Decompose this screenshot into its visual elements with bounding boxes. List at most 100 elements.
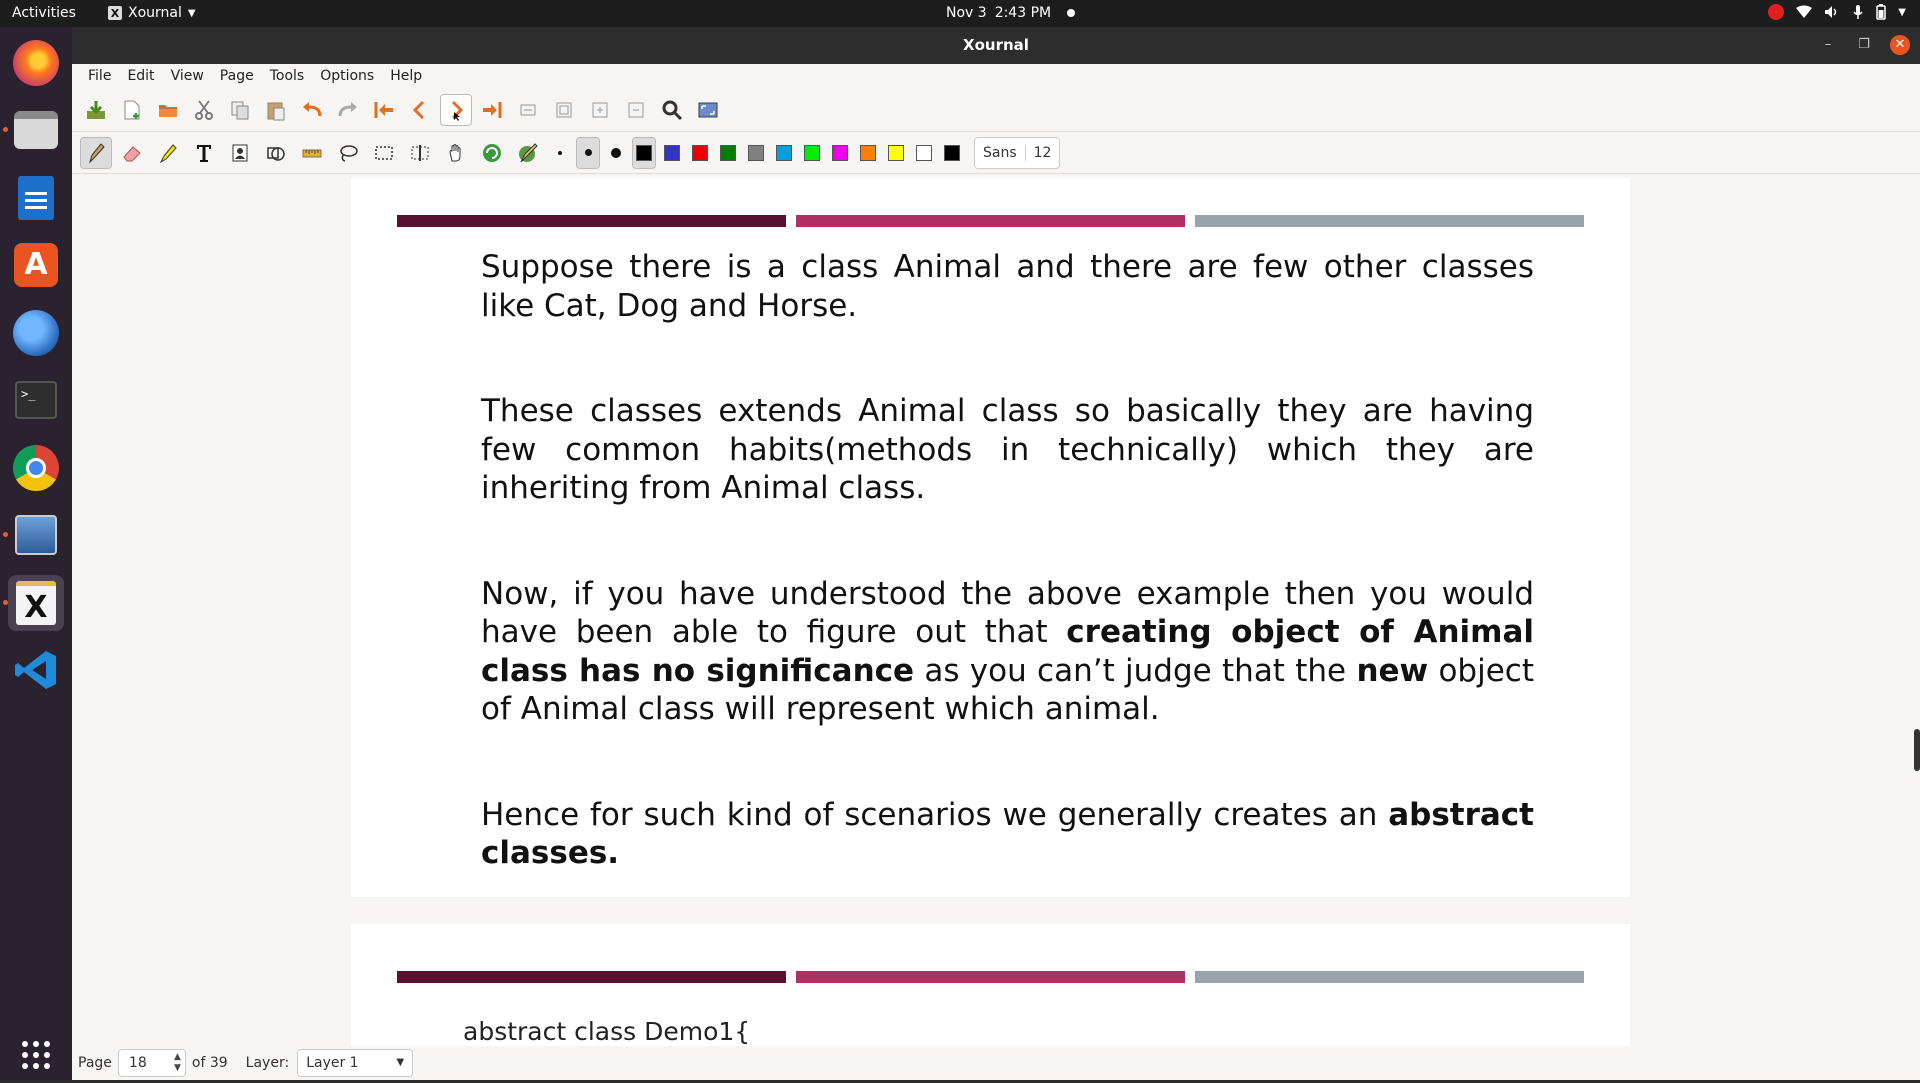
dock-xournal[interactable]: X xyxy=(3,575,64,631)
color-green-button[interactable] xyxy=(716,137,740,169)
color-yellow-button[interactable] xyxy=(884,137,908,169)
redo-button[interactable] xyxy=(332,94,364,126)
color-orange-button[interactable] xyxy=(856,137,880,169)
text-tool-button[interactable] xyxy=(188,137,220,169)
eraser-tool-button[interactable] xyxy=(116,137,148,169)
color-swatch xyxy=(720,144,736,161)
copy-button[interactable] xyxy=(224,94,256,126)
thickness-fine-button[interactable] xyxy=(548,137,572,169)
menu-file[interactable]: File xyxy=(80,68,119,84)
volume-icon xyxy=(1825,6,1837,18)
ruler-button[interactable] xyxy=(296,137,328,169)
thickness-medium-button[interactable] xyxy=(576,136,600,169)
pen-properties-button[interactable] xyxy=(512,137,544,169)
dock-vscode[interactable] xyxy=(8,642,64,698)
color-swatch xyxy=(636,144,652,161)
last-page-button[interactable] xyxy=(476,94,508,126)
scissors-icon xyxy=(195,99,213,120)
color-black-button[interactable] xyxy=(632,136,656,169)
activities-button[interactable]: Activities xyxy=(12,5,76,21)
dock-firefox[interactable] xyxy=(8,35,64,91)
menu-help[interactable]: Help xyxy=(382,68,430,84)
app-menu[interactable]: X Xournal ▼ xyxy=(108,5,196,21)
menu-tools[interactable]: Tools xyxy=(262,68,313,84)
zoom-in-icon xyxy=(592,102,608,117)
color-white-button[interactable] xyxy=(912,137,936,169)
previous-page-button[interactable] xyxy=(404,94,436,126)
redo-icon xyxy=(338,101,357,116)
paragraph-3-bold-new: new xyxy=(1356,652,1429,689)
first-page-button[interactable] xyxy=(368,94,400,126)
pen-tool-button[interactable] xyxy=(80,136,112,169)
cut-button[interactable] xyxy=(188,94,220,126)
document-canvas[interactable]: Suppose there is a class Animal and ther… xyxy=(72,178,1920,1072)
thickness-thick-button[interactable] xyxy=(604,137,628,169)
hand-icon xyxy=(449,143,461,161)
default-pen-button[interactable] xyxy=(476,137,508,169)
dock-app-grid[interactable] xyxy=(8,1027,64,1083)
lasso-select-button[interactable] xyxy=(332,137,364,169)
vertical-space-button[interactable] xyxy=(404,137,436,169)
paste-button[interactable] xyxy=(260,94,292,126)
next-page-button[interactable] xyxy=(440,93,472,126)
menu-edit[interactable]: Edit xyxy=(119,68,162,84)
color-swatch xyxy=(832,144,848,161)
zoom-button[interactable] xyxy=(656,94,688,126)
zoom-fit-button[interactable] xyxy=(548,94,580,126)
dock-screenshot[interactable] xyxy=(3,507,64,563)
new-button[interactable] xyxy=(116,94,148,126)
image-tool-button[interactable] xyxy=(224,137,256,169)
page-number-input[interactable]: 18 xyxy=(129,1055,147,1071)
font-button[interactable]: Sans 12 xyxy=(974,136,1061,169)
zoom-in-button[interactable] xyxy=(584,94,616,126)
paragraph-2: These classes extends Animal class so ba… xyxy=(481,393,1534,506)
running-indicator-icon xyxy=(3,600,8,605)
layer-select-value: Layer 1 xyxy=(306,1055,359,1071)
dock-files[interactable] xyxy=(3,102,64,158)
clock[interactable]: Nov 3 2:43 PM xyxy=(946,5,1076,21)
code-line: abstract class Demo1{ xyxy=(463,1017,751,1046)
maximize-button[interactable]: ❐ xyxy=(1854,35,1874,55)
save-button[interactable] xyxy=(80,94,112,126)
color-blue-button[interactable] xyxy=(660,137,684,169)
color-lightgreen-button[interactable] xyxy=(800,137,824,169)
title-bar[interactable]: Xournal – ❐ ✕ xyxy=(72,27,1920,64)
color-magenta-button[interactable] xyxy=(828,137,852,169)
open-button[interactable] xyxy=(152,94,184,126)
highlighter-tool-button[interactable] xyxy=(152,137,184,169)
shape-recognizer-button[interactable] xyxy=(260,137,292,169)
layer-select[interactable]: Layer 1 ▼ xyxy=(297,1049,414,1077)
menu-options[interactable]: Options xyxy=(312,68,382,84)
dock-software[interactable]: A xyxy=(8,237,64,293)
page-count: of 39 xyxy=(191,1055,228,1071)
zoom-out-button[interactable] xyxy=(620,94,652,126)
rect-select-button[interactable] xyxy=(368,137,400,169)
vertical-scrollbar[interactable] xyxy=(1914,729,1920,771)
zoom-width-button[interactable] xyxy=(512,94,544,126)
rect-select-icon xyxy=(375,145,393,160)
page-text: Suppose there is a class Animal and ther… xyxy=(481,248,1534,940)
dock-thunderbird[interactable] xyxy=(8,305,64,361)
magnifier-icon xyxy=(662,100,683,120)
menu-view[interactable]: View xyxy=(163,68,212,84)
color-custom-button[interactable] xyxy=(940,137,964,169)
color-red-button[interactable] xyxy=(688,137,712,169)
spinner-arrows-icon[interactable]: ▲ ▼ xyxy=(174,1052,181,1074)
undo-button[interactable] xyxy=(296,94,328,126)
fullscreen-button[interactable] xyxy=(692,94,724,126)
color-lightblue-button[interactable] xyxy=(772,137,796,169)
dock-chrome[interactable] xyxy=(8,440,64,496)
color-swatch xyxy=(888,144,904,161)
dock-terminal[interactable]: >_ xyxy=(8,372,64,428)
color-gray-button[interactable] xyxy=(744,137,768,169)
dock-writer[interactable] xyxy=(8,170,64,226)
paragraph-3: Now, if you have understood the above ex… xyxy=(481,575,1534,729)
system-tray[interactable]: ▼ xyxy=(1768,4,1906,20)
menu-page[interactable]: Page xyxy=(212,68,262,84)
page-spinner[interactable]: 18 ▲ ▼ xyxy=(117,1049,186,1077)
hand-tool-button[interactable] xyxy=(440,137,472,169)
lasso-icon xyxy=(340,144,358,162)
font-name: Sans xyxy=(983,144,1017,161)
minimize-button[interactable]: – xyxy=(1818,35,1838,55)
close-button[interactable]: ✕ xyxy=(1890,35,1910,55)
